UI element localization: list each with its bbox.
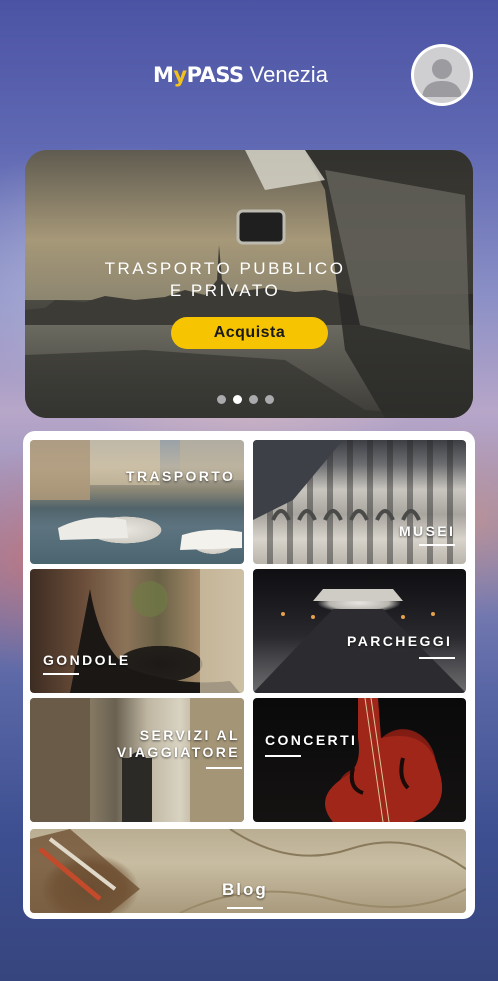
hero-title: TRASPORTO PUBBLICO E PRIVATO — [75, 258, 375, 302]
tile-parcheggi-label: PARCHEGGI — [347, 633, 453, 649]
carousel-dot[interactable] — [217, 395, 226, 404]
carousel-dot-active[interactable] — [233, 395, 242, 404]
tile-servizi-underline — [206, 767, 242, 769]
tile-concerti-underline — [265, 755, 301, 757]
tile-blog-underline — [227, 907, 263, 909]
tile-musei-underline — [419, 544, 455, 546]
tile-gondole[interactable]: GONDOLE — [30, 569, 244, 693]
tile-gondole-underline — [43, 673, 79, 675]
carousel-dots — [217, 395, 274, 404]
tile-trasporto[interactable]: TRASPORTO — [30, 440, 244, 564]
carousel-dot[interactable] — [265, 395, 274, 404]
tile-parcheggi[interactable]: PARCHEGGI — [253, 569, 466, 693]
logo-wordmark: My PASS — [153, 63, 244, 87]
tile-concerti-label: CONCERTI — [265, 732, 358, 748]
tile-blog-label: Blog — [222, 880, 268, 899]
logo-y: y — [173, 63, 187, 87]
tile-gondole-label: GONDOLE — [43, 652, 131, 668]
tile-servizi-label: SERVIZI AL VIAGGIATORE — [110, 727, 240, 761]
user-avatar-icon — [414, 47, 470, 103]
user-avatar-button[interactable] — [411, 44, 473, 106]
tile-parcheggi-underline — [419, 657, 455, 659]
tile-servizi-line1: SERVIZI AL — [139, 727, 240, 743]
buy-button[interactable]: Acquista — [171, 317, 328, 349]
tile-trasporto-label: TRASPORTO — [126, 468, 236, 484]
hero-title-line1: TRASPORTO PUBBLICO — [104, 259, 346, 278]
mypass-logo: My PASS Venezia — [153, 58, 328, 92]
tile-servizi-line2: VIAGGIATORE — [116, 744, 240, 760]
tile-blog[interactable]: Blog — [30, 829, 466, 913]
logo-pass: PASS — [186, 63, 245, 87]
logo-m: M — [153, 63, 174, 87]
logo-city: Venezia — [249, 62, 328, 87]
tile-concerti[interactable]: CONCERTI — [253, 698, 466, 822]
tile-servizi[interactable]: SERVIZI AL VIAGGIATORE — [30, 698, 244, 822]
tile-musei[interactable]: MUSEI — [253, 440, 466, 564]
hero-title-line2: E PRIVATO — [169, 281, 281, 300]
app-header: My PASS Venezia — [0, 0, 498, 140]
hero-carousel[interactable]: TRASPORTO PUBBLICO E PRIVATO — [25, 150, 473, 418]
tile-musei-label: MUSEI — [399, 523, 456, 539]
carousel-dot[interactable] — [249, 395, 258, 404]
